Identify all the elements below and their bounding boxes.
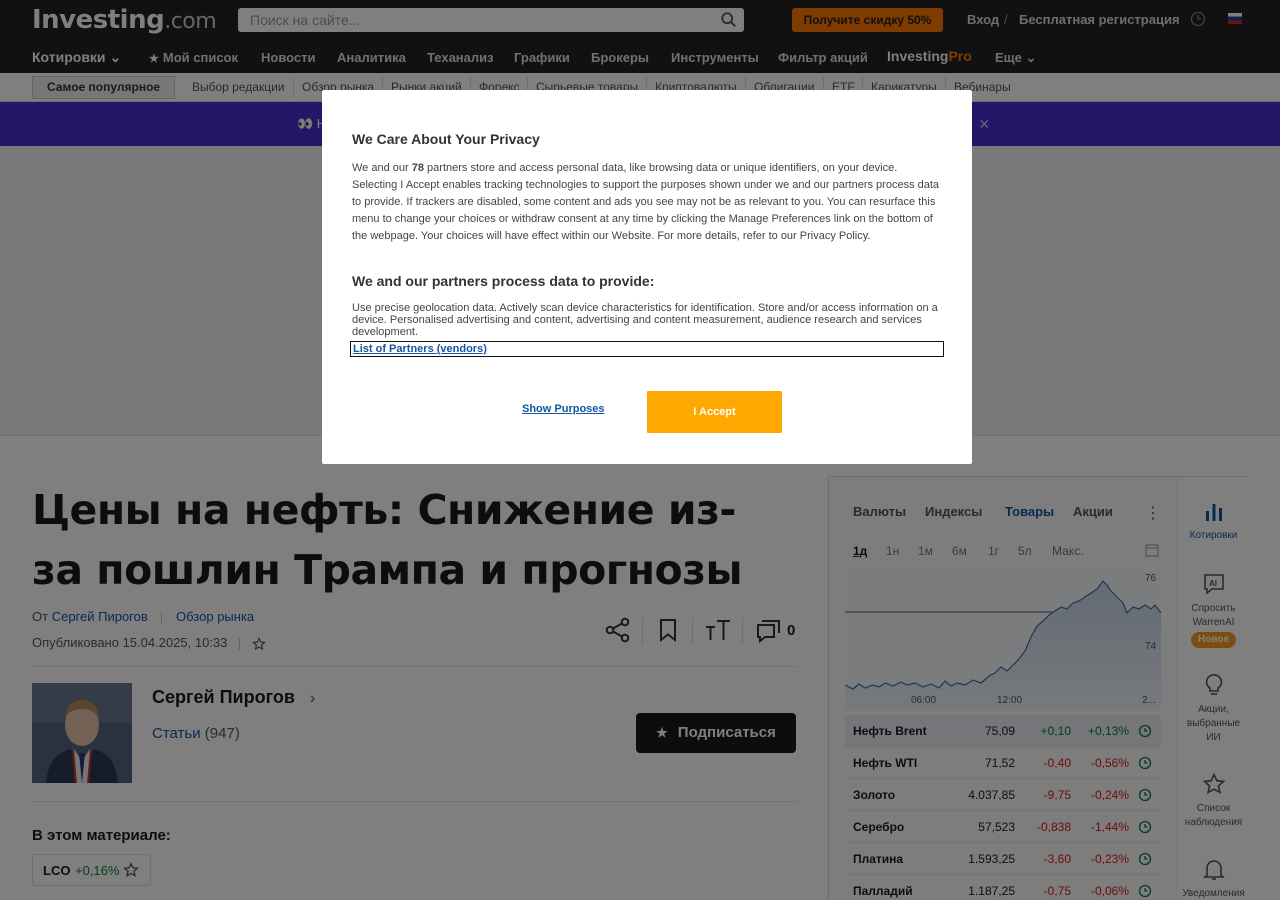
dialog-title: We Care About Your Privacy (352, 131, 540, 147)
accept-button[interactable]: I Accept (647, 391, 782, 433)
partners-count: 78 (411, 162, 424, 174)
privacy-consent-dialog: We Care About Your Privacy We and our 78… (322, 90, 972, 464)
show-purposes-link[interactable]: Show Purposes (522, 403, 605, 415)
dialog-description: We and our 78 partners store and access … (352, 162, 940, 242)
partners-list-link[interactable]: List of Partners (vendors) (350, 341, 944, 357)
dialog-purposes: Use precise geolocation data. Actively s… (352, 302, 938, 338)
dialog-subtitle: We and our partners process data to prov… (352, 273, 655, 289)
